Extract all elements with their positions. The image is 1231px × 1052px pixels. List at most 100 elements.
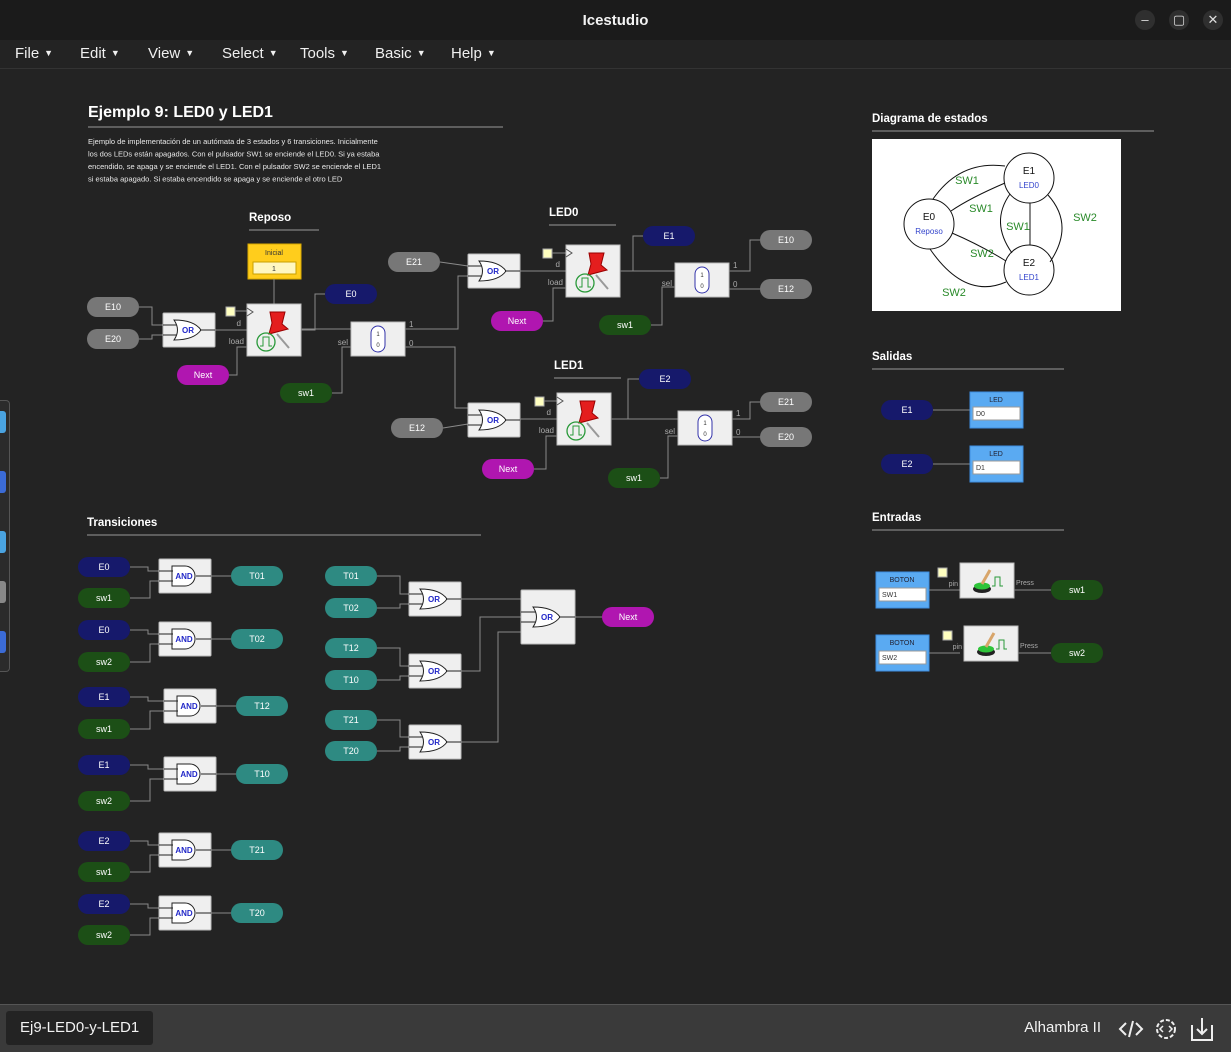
- tag-transition[interactable]: T02: [325, 598, 377, 618]
- menu-view[interactable]: View ▼: [148, 45, 194, 62]
- tag-state[interactable]: E0: [78, 620, 130, 640]
- register-block[interactable]: [565, 244, 621, 298]
- tag-next[interactable]: Next: [491, 311, 543, 331]
- file-tab[interactable]: Ej9-LED0-y-LED1: [6, 1011, 154, 1045]
- tag-transition[interactable]: T21: [325, 710, 377, 730]
- tag-switch[interactable]: sw1: [78, 588, 130, 608]
- design-canvas[interactable]: Ejemplo 9: LED0 y LED1 Ejemplo de impleme…: [0, 69, 1231, 1004]
- menu-tools[interactable]: Tools ▼: [300, 45, 349, 62]
- menu-edit[interactable]: Edit ▼: [80, 45, 120, 62]
- register-block[interactable]: [246, 303, 302, 357]
- tag-transition[interactable]: T10: [325, 670, 377, 690]
- debouncer-block[interactable]: [959, 562, 1015, 599]
- or-gate[interactable]: OR: [408, 653, 462, 689]
- and-gate[interactable]: AND: [158, 558, 212, 594]
- gate-label: OR: [541, 613, 553, 622]
- tag-output[interactable]: E1: [881, 400, 933, 420]
- tag-sw1[interactable]: sw1: [608, 468, 660, 488]
- build-gear-icon[interactable]: [1152, 1015, 1180, 1043]
- constant-marker[interactable]: [534, 396, 545, 407]
- button-input-block[interactable]: BOTON SW2: [875, 634, 930, 672]
- panel-handle[interactable]: [0, 411, 6, 433]
- tag-e10[interactable]: E10: [87, 297, 139, 317]
- menu-basic[interactable]: Basic ▼: [375, 45, 426, 62]
- and-gate[interactable]: AND: [158, 832, 212, 868]
- tag-output[interactable]: E2: [881, 454, 933, 474]
- panel-handle[interactable]: [0, 631, 6, 653]
- or-gate[interactable]: OR: [467, 402, 521, 438]
- constant-marker[interactable]: [542, 248, 553, 259]
- led-output-block[interactable]: LEDD10: [969, 445, 1024, 483]
- mux-block[interactable]: 10: [677, 410, 733, 446]
- tag-e12[interactable]: E12: [760, 279, 812, 299]
- and-gate[interactable]: AND: [158, 621, 212, 657]
- and-gate[interactable]: AND: [163, 756, 217, 792]
- or-gate[interactable]: OR: [467, 253, 521, 289]
- tag-input[interactable]: sw1: [1051, 580, 1103, 600]
- led-output-block[interactable]: LEDD00: [969, 391, 1024, 429]
- and-gate[interactable]: AND: [158, 895, 212, 931]
- tag-state[interactable]: E1: [78, 687, 130, 707]
- tag-e20[interactable]: E20: [760, 427, 812, 447]
- tag-switch[interactable]: sw1: [78, 719, 130, 739]
- tag-switch[interactable]: sw2: [78, 652, 130, 672]
- tag-next[interactable]: Next: [177, 365, 229, 385]
- panel-handle[interactable]: [0, 581, 6, 603]
- mux-block[interactable]: 10: [350, 321, 406, 357]
- tag-transition[interactable]: T12: [325, 638, 377, 658]
- inicial-block[interactable]: Inicial 1: [247, 243, 302, 280]
- tag-transition[interactable]: T20: [325, 741, 377, 761]
- tag-transition[interactable]: T02: [231, 629, 283, 649]
- tag-switch[interactable]: sw2: [78, 925, 130, 945]
- tag-switch[interactable]: sw1: [78, 862, 130, 882]
- constant-marker[interactable]: [942, 630, 953, 641]
- constant-marker[interactable]: [225, 306, 236, 317]
- and-gate[interactable]: AND: [163, 688, 217, 724]
- tag-transition[interactable]: T21: [231, 840, 283, 860]
- panel-handle[interactable]: [0, 531, 6, 553]
- tag-transition[interactable]: T01: [325, 566, 377, 586]
- tag-switch[interactable]: sw2: [78, 791, 130, 811]
- tag-e1[interactable]: E1: [643, 226, 695, 246]
- tag-e12[interactable]: E12: [391, 418, 443, 438]
- debouncer-block[interactable]: [963, 625, 1019, 662]
- tag-transition[interactable]: T01: [231, 566, 283, 586]
- menu-file[interactable]: File ▼: [15, 45, 53, 62]
- menu-select[interactable]: Select ▼: [222, 45, 278, 62]
- panel-handle[interactable]: [0, 471, 6, 493]
- tag-e21[interactable]: E21: [388, 252, 440, 272]
- tag-state[interactable]: E2: [78, 831, 130, 851]
- tag-next[interactable]: Next: [482, 459, 534, 479]
- tag-e10[interactable]: E10: [760, 230, 812, 250]
- close-icon[interactable]: ✕: [1203, 10, 1223, 30]
- tag-sw1[interactable]: sw1: [280, 383, 332, 403]
- tag-state[interactable]: E0: [78, 557, 130, 577]
- minimize-icon[interactable]: –: [1135, 10, 1155, 30]
- tag-state[interactable]: E2: [78, 894, 130, 914]
- maximize-icon[interactable]: ▢: [1169, 10, 1189, 30]
- or-gate[interactable]: OR: [520, 589, 576, 645]
- tag-e21[interactable]: E21: [760, 392, 812, 412]
- register-block[interactable]: [556, 392, 612, 446]
- menu-help[interactable]: Help ▼: [451, 45, 496, 62]
- tag-next[interactable]: Next: [602, 607, 654, 627]
- constant-marker[interactable]: [937, 567, 948, 578]
- mux-block[interactable]: 10: [674, 262, 730, 298]
- or-gate[interactable]: OR: [408, 724, 462, 760]
- tag-state[interactable]: E1: [78, 755, 130, 775]
- tag-transition[interactable]: T12: [236, 696, 288, 716]
- tag-e2[interactable]: E2: [639, 369, 691, 389]
- or-gate[interactable]: OR: [162, 312, 216, 348]
- code-icon[interactable]: [1117, 1015, 1145, 1043]
- board-selector[interactable]: Alhambra II: [1024, 1019, 1101, 1036]
- upload-icon[interactable]: [1188, 1015, 1216, 1043]
- tag-input[interactable]: sw2: [1051, 643, 1103, 663]
- or-gate[interactable]: OR: [408, 581, 462, 617]
- button-input-block[interactable]: BOTON SW1: [875, 571, 930, 609]
- tag-e20[interactable]: E20: [87, 329, 139, 349]
- tag-transition[interactable]: T10: [236, 764, 288, 784]
- tag-transition[interactable]: T20: [231, 903, 283, 923]
- side-panel-strip[interactable]: [0, 400, 10, 672]
- tag-sw1[interactable]: sw1: [599, 315, 651, 335]
- tag-e0[interactable]: E0: [325, 284, 377, 304]
